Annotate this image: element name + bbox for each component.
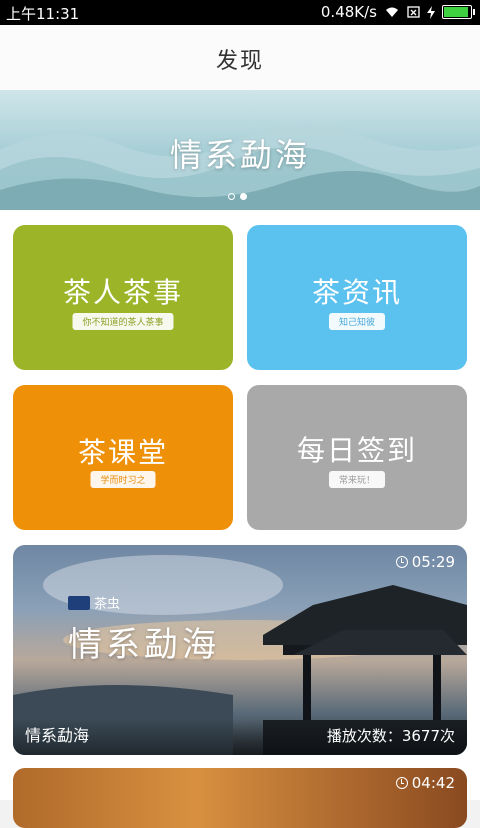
card-title: 茶人茶事: [62, 276, 183, 309]
video-overlay-title: 情系勐海: [68, 625, 220, 665]
card-title: 茶课堂: [77, 436, 168, 469]
app-header: 发现: [0, 25, 480, 90]
card-subtitle: 常来玩！: [328, 471, 386, 488]
content-area: 茶人茶事 你不知道的茶人茶事 茶资讯 知己知彼 茶课堂 学而时习之 每日签到 常…: [0, 210, 480, 828]
carousel-indicator: [228, 193, 247, 200]
card-subtitle: 学而时习之: [90, 471, 156, 488]
battery-icon: [442, 5, 475, 19]
page-title: 发现: [215, 49, 264, 74]
charging-icon: [427, 5, 435, 19]
clock-icon: [395, 556, 408, 568]
carousel-dot[interactable]: [228, 193, 235, 200]
banner-title: 情系勐海: [169, 136, 310, 174]
video-card[interactable]: 05:29 茶虫 情系勐海 情系勐海 播放次数：3677次: [13, 545, 467, 755]
card-tea-class[interactable]: 茶课堂 学而时习之: [13, 385, 233, 530]
card-daily-checkin[interactable]: 每日签到 常来玩！: [247, 385, 467, 530]
video-brand: 茶虫: [68, 593, 120, 612]
video-play-count: 播放次数：3677次: [326, 727, 455, 745]
status-bar: 上午11:31 0.48K/s: [0, 0, 480, 25]
clock-icon: [395, 777, 408, 789]
card-subtitle: 你不知道的茶人茶事: [72, 313, 174, 330]
video-duration: 05:29: [395, 553, 455, 571]
status-time: 上午11:31: [6, 5, 80, 23]
brand-name: 茶虫: [94, 597, 121, 612]
card-title: 每日签到: [296, 434, 417, 467]
card-tea-people[interactable]: 茶人茶事 你不知道的茶人茶事: [13, 225, 233, 370]
video-duration: 04:42: [395, 774, 455, 792]
card-tea-news[interactable]: 茶资讯 知己知彼: [247, 225, 467, 370]
wifi-icon: [386, 7, 398, 17]
card-title: 茶资讯: [311, 276, 402, 309]
card-subtitle: 知己知彼: [328, 313, 386, 330]
banner-carousel[interactable]: 情系勐海: [0, 90, 480, 210]
video-card[interactable]: 04:42: [13, 768, 467, 828]
brand-logo-icon: [68, 595, 90, 610]
video-title: 情系勐海: [25, 726, 90, 745]
carousel-dot-active[interactable]: [240, 193, 247, 200]
duration-text: 04:42: [411, 774, 455, 792]
duration-text: 05:29: [411, 553, 455, 571]
status-icons: 0.48K/s: [320, 3, 475, 21]
sim-icon: [407, 6, 420, 18]
network-speed: 0.48K/s: [320, 3, 377, 21]
